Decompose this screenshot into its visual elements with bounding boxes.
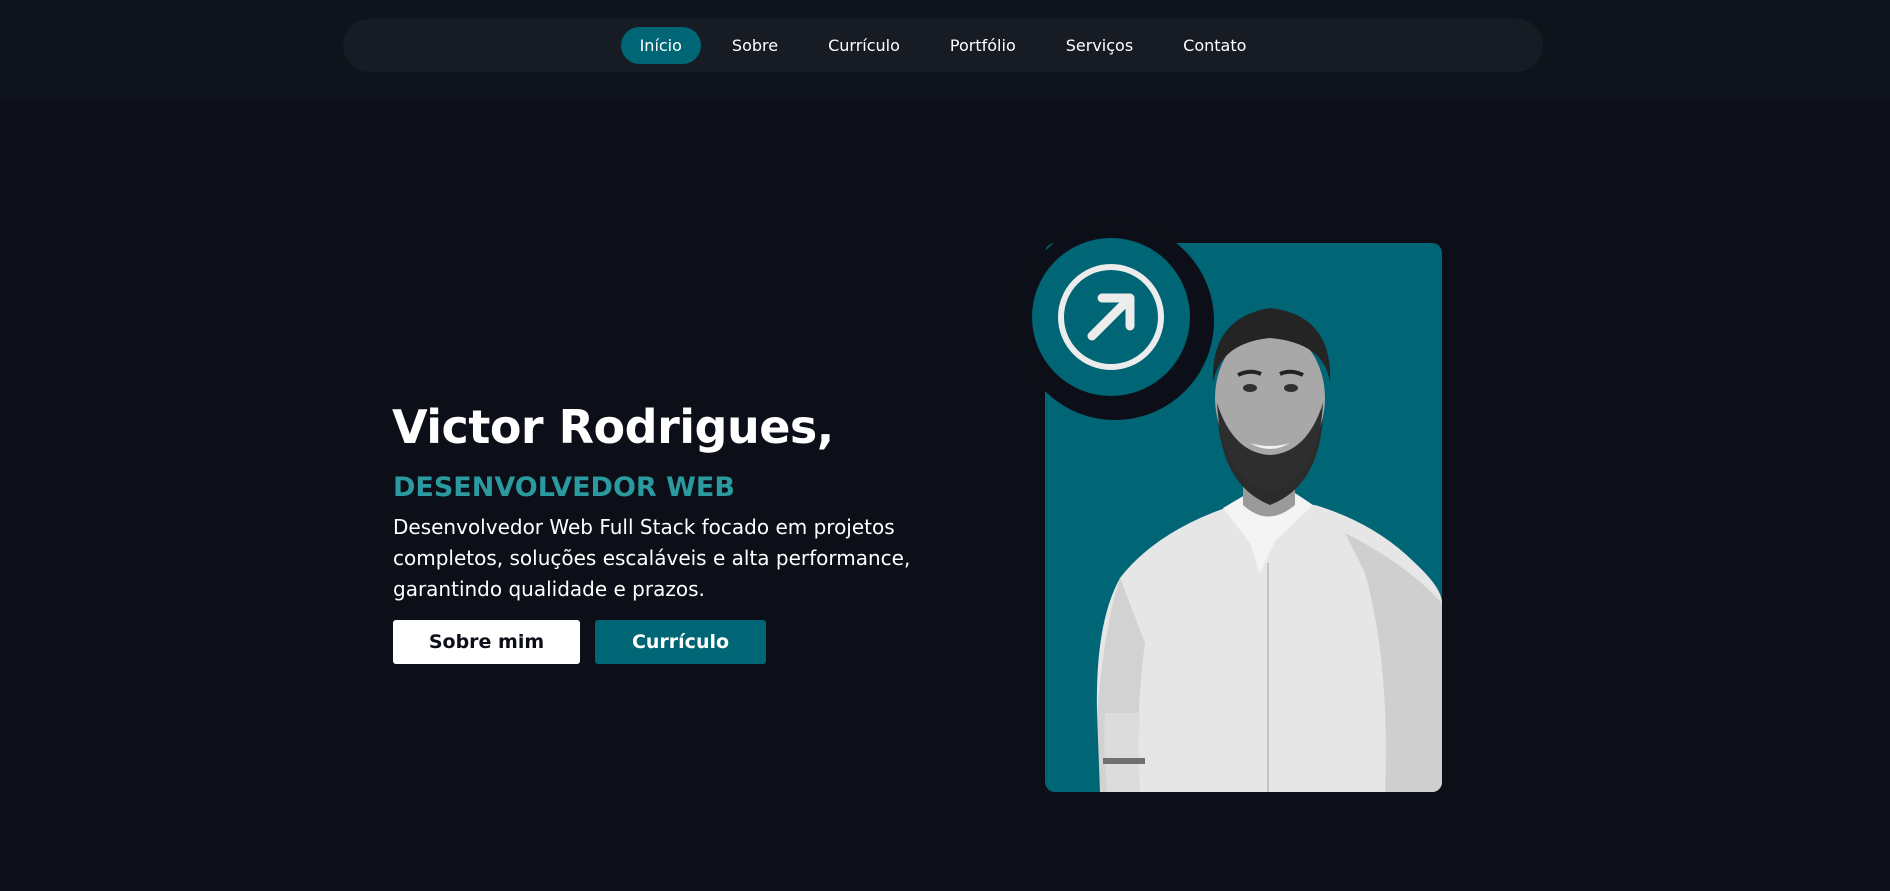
nav-item-curriculo[interactable]: Currículo <box>809 27 919 64</box>
header-bar: Início Sobre Currículo Portfólio Serviço… <box>0 0 1890 100</box>
about-me-button[interactable]: Sobre mim <box>393 620 580 664</box>
nav-item-sobre[interactable]: Sobre <box>713 27 797 64</box>
curriculum-button[interactable]: Currículo <box>595 620 766 664</box>
nav-item-servicos[interactable]: Serviços <box>1047 27 1152 64</box>
arrow-up-right-circle-glyph <box>1058 264 1164 370</box>
hero-name: Victor Rodrigues, <box>392 400 834 454</box>
nav-item-portfolio[interactable]: Portfólio <box>931 27 1035 64</box>
nav-item-contato[interactable]: Contato <box>1164 27 1265 64</box>
hero-description: Desenvolvedor Web Full Stack focado em p… <box>393 515 911 601</box>
hero-role: DESENVOLVEDOR WEB <box>393 472 735 503</box>
next-section-edge <box>0 885 1890 891</box>
arrow-up-right-circle-icon[interactable] <box>1032 238 1190 396</box>
nav-item-inicio[interactable]: Início <box>620 27 701 64</box>
main-nav: Início Sobre Currículo Portfólio Serviço… <box>343 19 1543 72</box>
